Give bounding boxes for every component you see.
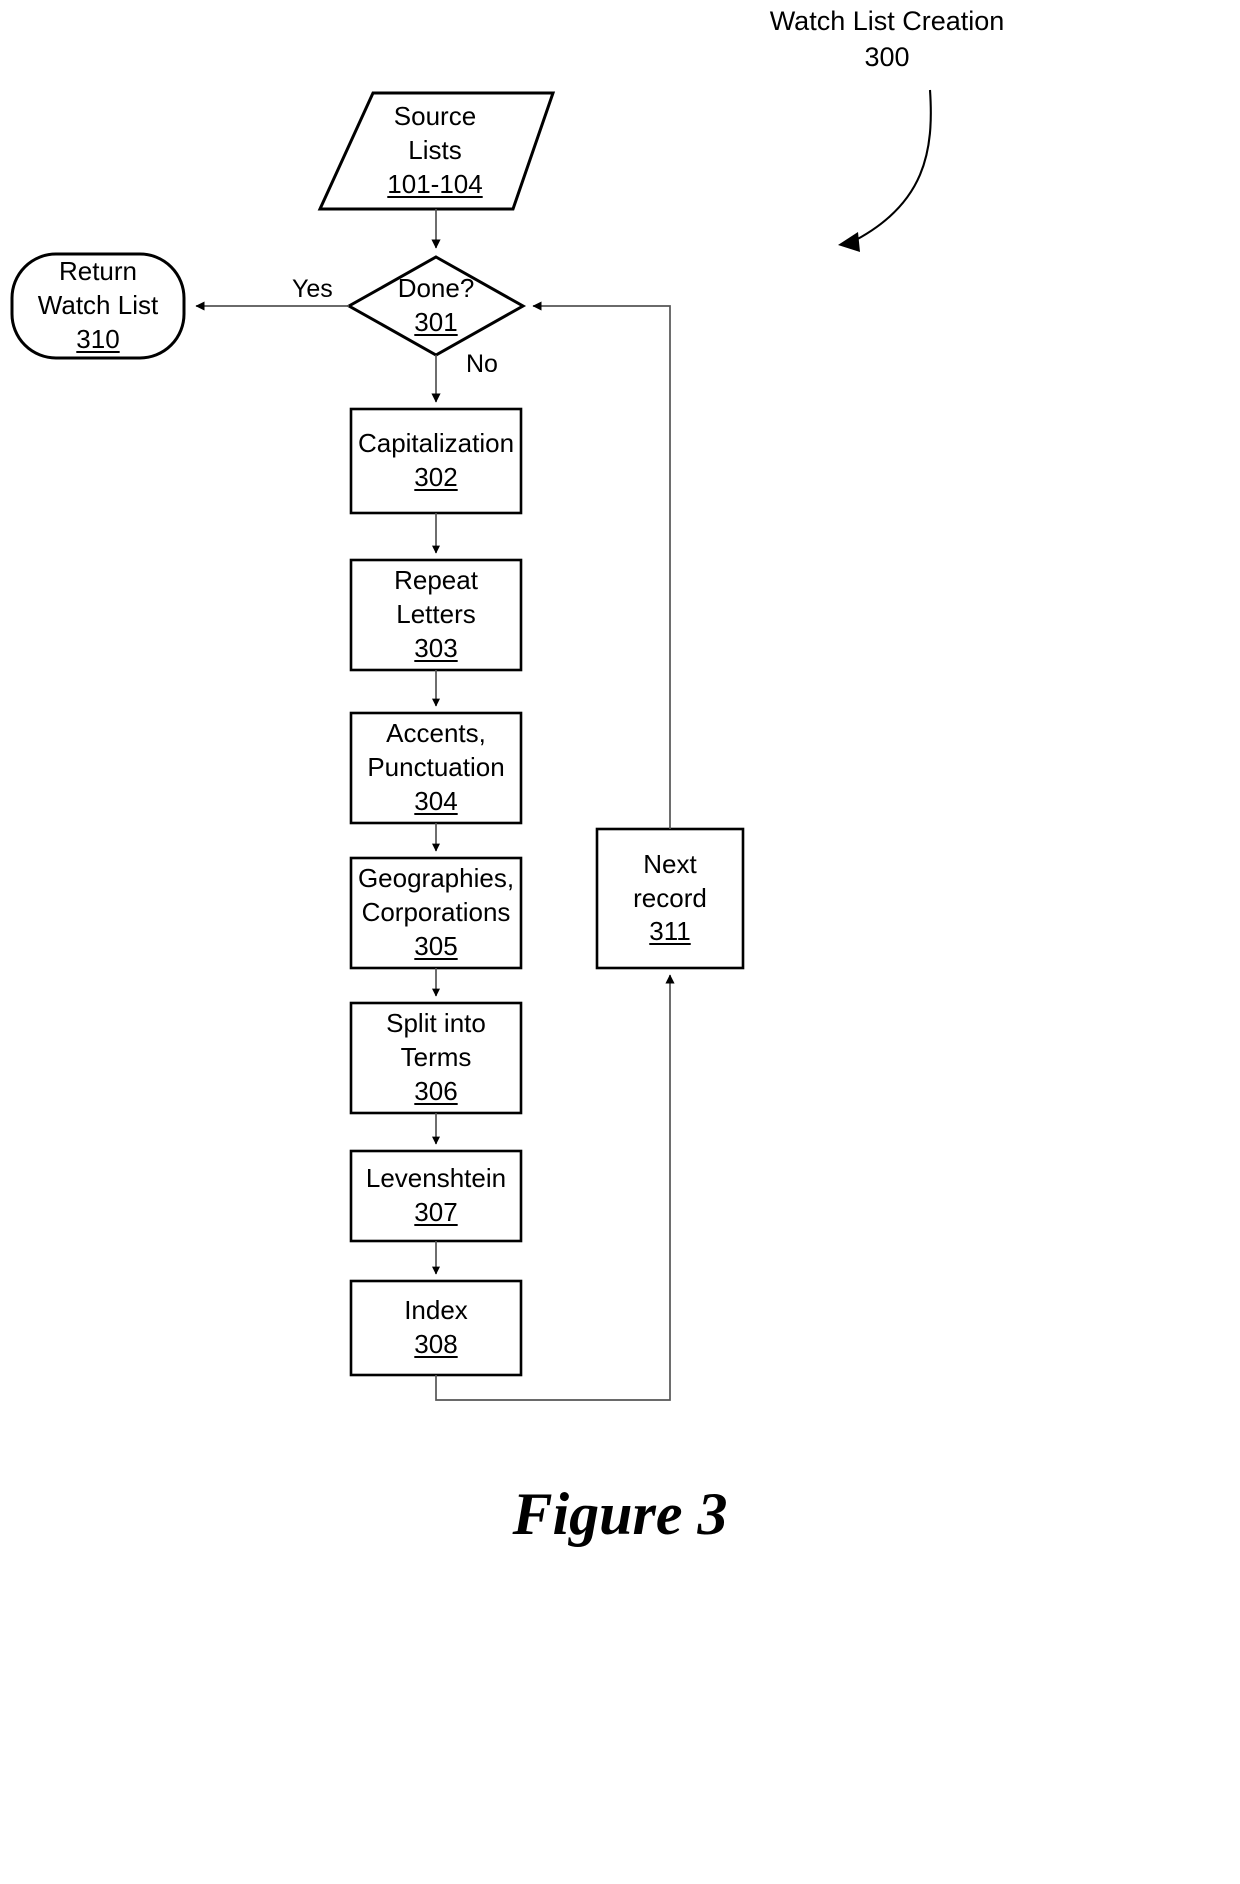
edge-next-record-to-done <box>532 301 671 829</box>
edge-label-no: No <box>466 350 498 378</box>
flowchart-diagram: Watch List Creation 300 Source Lists 101… <box>0 0 1240 1884</box>
title-curved-arrow <box>849 89 932 244</box>
figure-title-line1: Watch List Creation <box>769 6 1005 36</box>
edge-label-yes: Yes <box>292 275 333 303</box>
levenshtein-shape <box>349 1149 523 1243</box>
title-arrow-head <box>838 232 860 252</box>
accents-punctuation-shape <box>349 711 523 825</box>
source-lists-shape <box>317 91 556 211</box>
split-into-terms-shape <box>349 1001 523 1115</box>
return-watch-list-shape <box>10 252 186 360</box>
figure-title: Watch List Creation 300 <box>742 4 1032 75</box>
figure-caption: Figure 3 <box>512 1481 728 1547</box>
geographies-corporations-shape <box>349 856 523 970</box>
flowchart-canvas <box>10 89 932 1401</box>
repeat-letters-shape <box>349 558 523 672</box>
figure-title-ref: 300 <box>864 41 910 72</box>
index-shape <box>349 1279 523 1377</box>
done-decision-shape <box>345 255 527 357</box>
capitalization-shape <box>349 407 523 515</box>
next-record-shape <box>595 827 745 970</box>
